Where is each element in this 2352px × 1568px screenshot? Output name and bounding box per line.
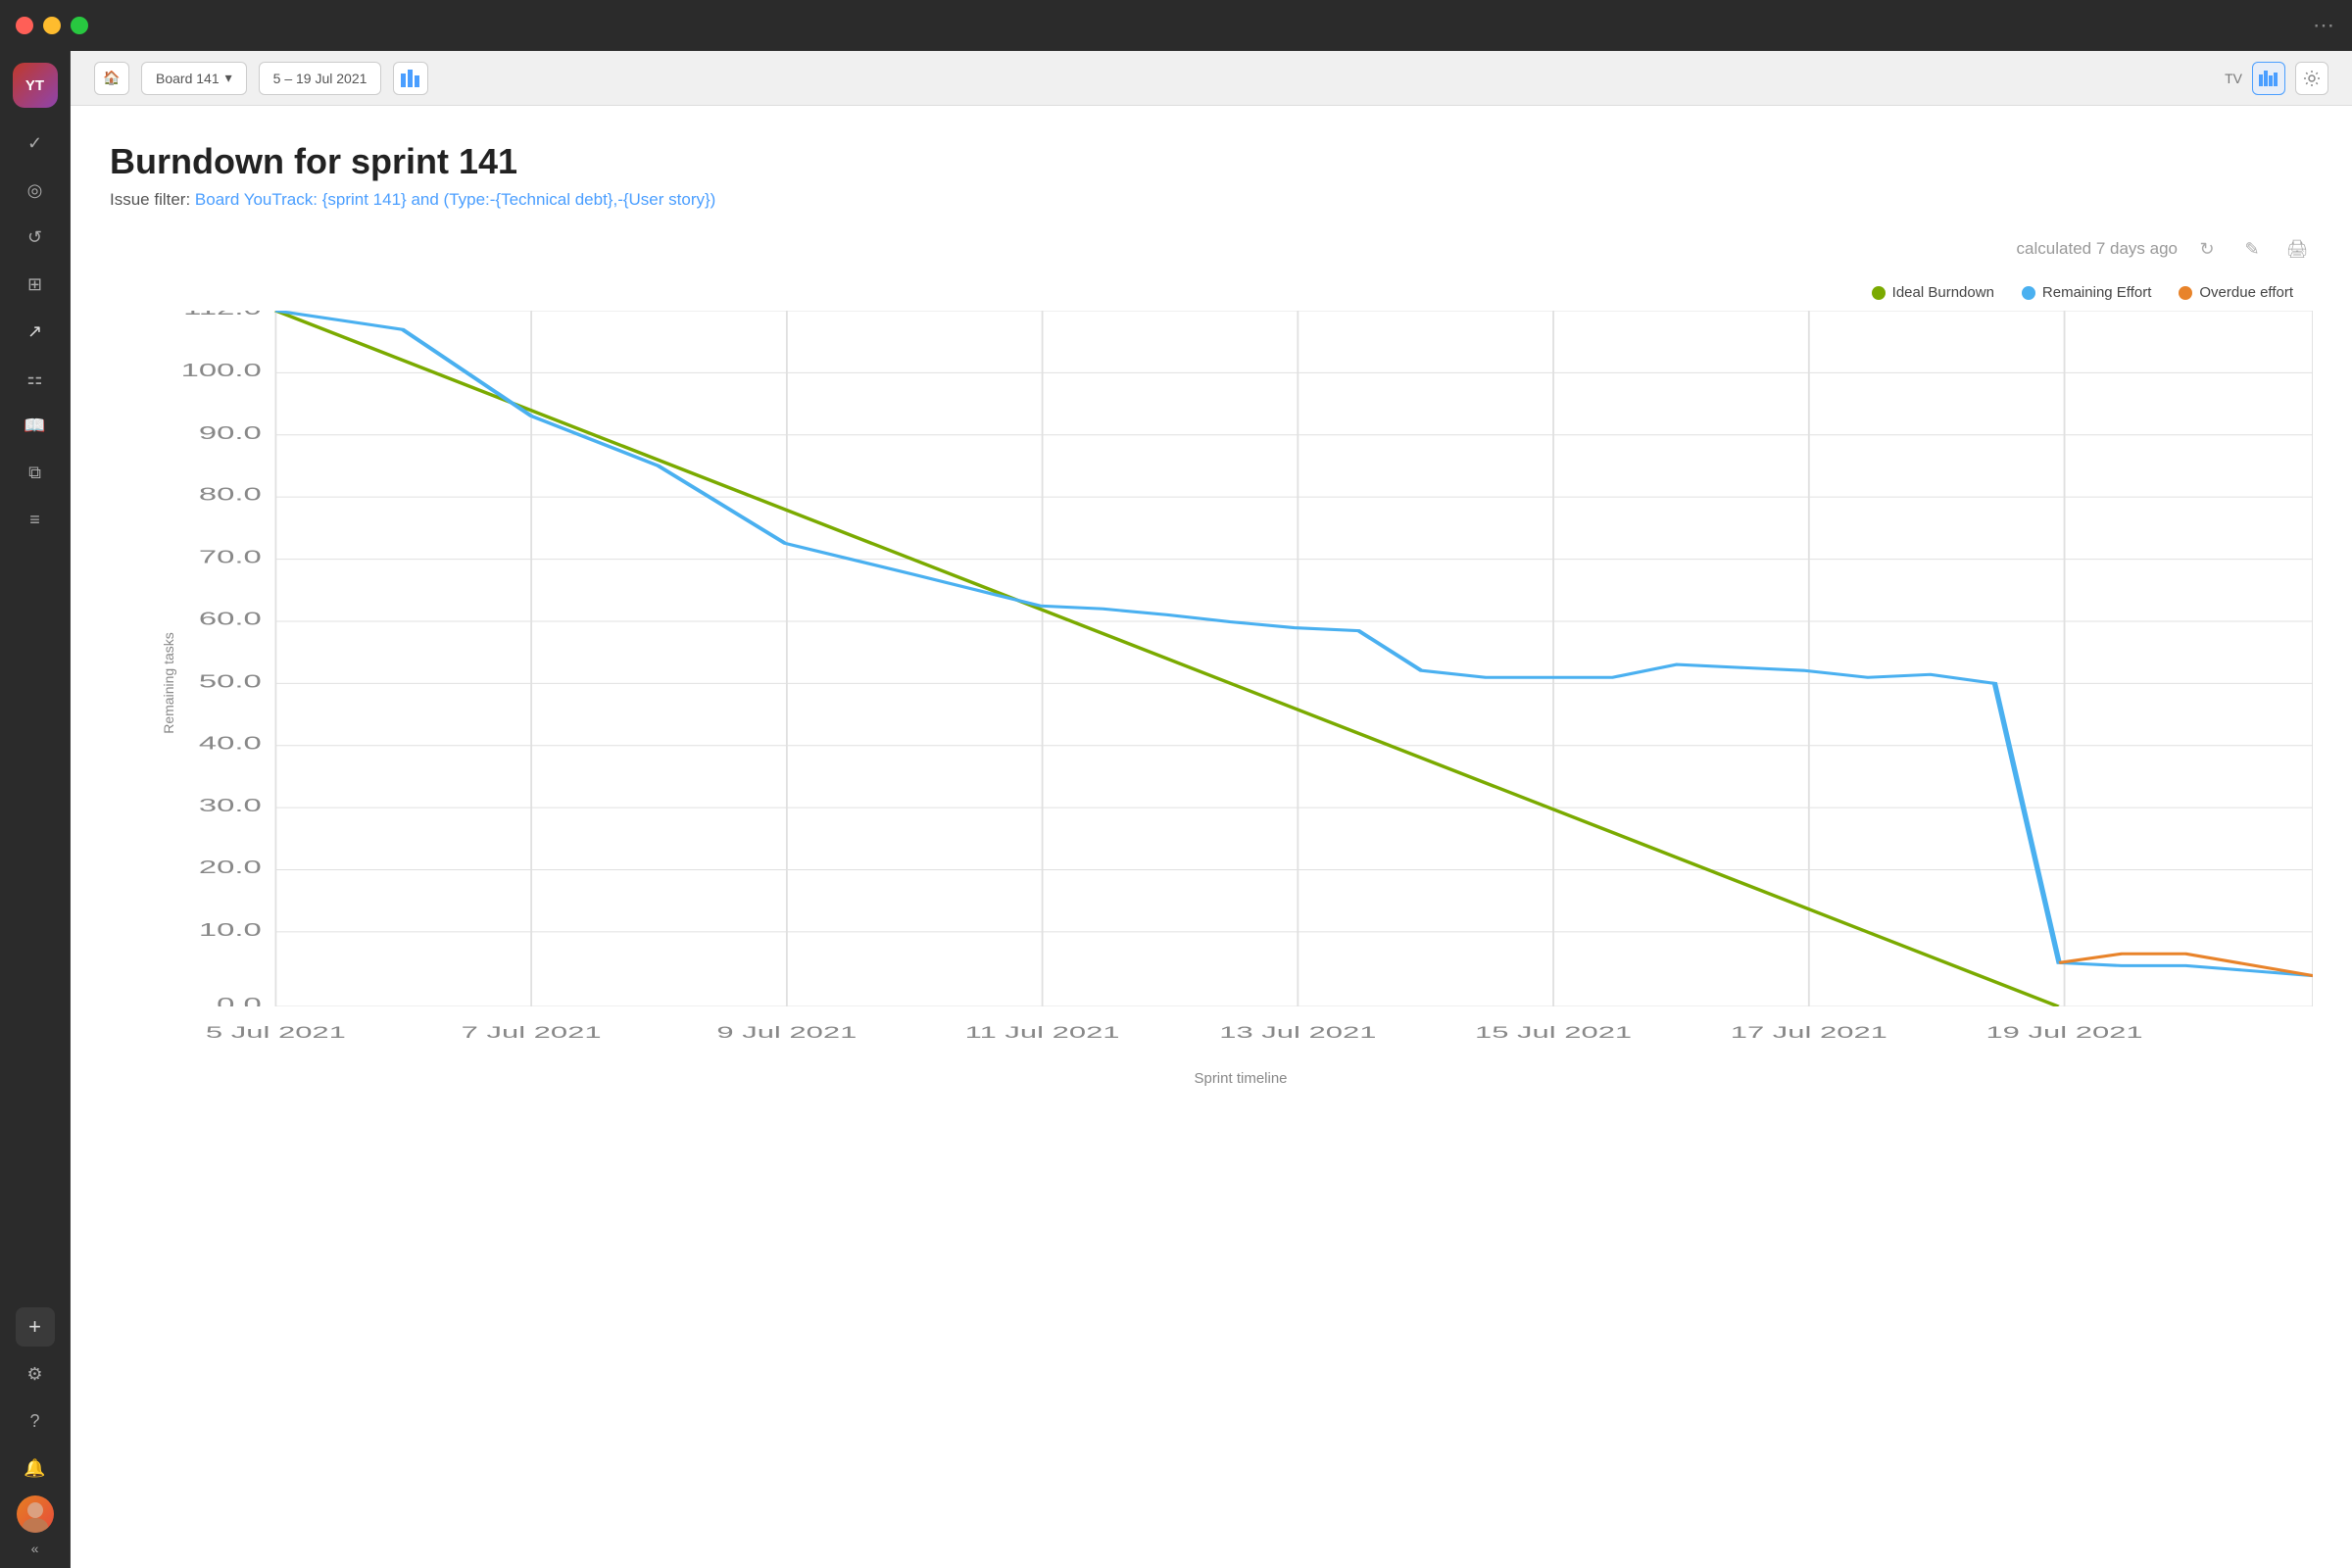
- sidebar-item-grid[interactable]: ⚏: [16, 359, 55, 398]
- remaining-effort-dot: [2022, 286, 2035, 300]
- sidebar-item-history[interactable]: ↺: [16, 218, 55, 257]
- app-layout: YT ✓ ◎ ↺ ⊞ ↗ ⚏ 📖 ⧉ ≡ + ⚙ ? 🔔 « 🏠: [0, 51, 2352, 1568]
- svg-text:0.0: 0.0: [217, 995, 262, 1006]
- sidebar-item-chart[interactable]: ↗: [16, 312, 55, 351]
- svg-text:5 Jul 2021: 5 Jul 2021: [206, 1023, 346, 1042]
- svg-text:7 Jul 2021: 7 Jul 2021: [462, 1023, 602, 1042]
- settings-button[interactable]: [2295, 62, 2328, 95]
- svg-text:90.0: 90.0: [199, 422, 262, 443]
- toolbar-right: TV: [2225, 62, 2328, 95]
- x-axis-ticks: 5 Jul 2021 7 Jul 2021 9 Jul 2021 11 Jul …: [169, 1012, 2313, 1055]
- titlebar: ⋯: [0, 0, 2352, 51]
- help-icon[interactable]: ?: [16, 1401, 55, 1441]
- edit-button[interactable]: ✎: [2236, 233, 2268, 265]
- svg-text:11 Jul 2021: 11 Jul 2021: [965, 1023, 1120, 1042]
- add-button[interactable]: +: [16, 1307, 55, 1347]
- sidebar-item-stack[interactable]: ≡: [16, 500, 55, 539]
- svg-text:9 Jul 2021: 9 Jul 2021: [716, 1023, 857, 1042]
- print-button[interactable]: 🖨: [2281, 233, 2313, 265]
- legend-ideal-burndown: Ideal Burndown: [1872, 284, 1994, 301]
- legend-overdue-effort: Overdue effort: [2179, 284, 2293, 301]
- close-button[interactable]: [16, 17, 33, 34]
- svg-text:20.0: 20.0: [199, 858, 262, 878]
- user-avatar[interactable]: [17, 1495, 54, 1533]
- sidebar-bottom: + ⚙ ? 🔔 «: [16, 1307, 55, 1556]
- svg-text:17 Jul 2021: 17 Jul 2021: [1731, 1023, 1887, 1042]
- calculated-text: calculated 7 days ago: [2017, 239, 2178, 259]
- sidebar-item-inbox[interactable]: ⧉: [16, 453, 55, 492]
- more-options-icon[interactable]: ⋯: [2313, 13, 2336, 38]
- svg-text:40.0: 40.0: [199, 733, 262, 754]
- sidebar-item-book[interactable]: 📖: [16, 406, 55, 445]
- overdue-effort-dot: [2179, 286, 2192, 300]
- home-button[interactable]: 🏠: [94, 62, 129, 95]
- sidebar-item-radar[interactable]: ◎: [16, 171, 55, 210]
- content-area: 🏠 Board 141 ▾ 5 – 19 Jul 2021 TV: [71, 51, 2352, 1568]
- svg-text:19 Jul 2021: 19 Jul 2021: [1985, 1023, 2142, 1042]
- window-controls: [16, 17, 88, 34]
- svg-text:30.0: 30.0: [199, 796, 262, 816]
- issue-filter: Issue filter: Board YouTrack: {sprint 14…: [110, 190, 2313, 210]
- app-logo[interactable]: YT: [13, 63, 58, 108]
- page-content: Burndown for sprint 141 Issue filter: Bo…: [71, 106, 2352, 1568]
- svg-text:112.0: 112.0: [183, 311, 262, 318]
- bar-chart-view-button[interactable]: [2252, 62, 2285, 95]
- maximize-button[interactable]: [71, 17, 88, 34]
- sidebar: YT ✓ ◎ ↺ ⊞ ↗ ⚏ 📖 ⧉ ≡ + ⚙ ? 🔔 «: [0, 51, 71, 1568]
- chart-header: calculated 7 days ago ↻ ✎ 🖨: [110, 233, 2313, 265]
- chart-container: Remaining tasks: [110, 311, 2313, 1055]
- tv-label: TV: [2225, 71, 2242, 86]
- svg-text:80.0: 80.0: [199, 484, 262, 505]
- settings-icon[interactable]: ⚙: [16, 1354, 55, 1394]
- svg-text:10.0: 10.0: [199, 919, 262, 940]
- bell-icon[interactable]: 🔔: [16, 1448, 55, 1488]
- svg-text:13 Jul 2021: 13 Jul 2021: [1219, 1023, 1376, 1042]
- svg-text:70.0: 70.0: [199, 547, 262, 567]
- ideal-burndown-dot: [1872, 286, 1886, 300]
- svg-text:50.0: 50.0: [199, 671, 262, 692]
- sidebar-item-board[interactable]: ⊞: [16, 265, 55, 304]
- collapse-sidebar-button[interactable]: «: [31, 1541, 39, 1556]
- sidebar-item-check[interactable]: ✓: [16, 123, 55, 163]
- refresh-button[interactable]: ↻: [2191, 233, 2223, 265]
- ideal-burndown-line: [275, 311, 2058, 1006]
- chart-type-button[interactable]: [393, 62, 428, 95]
- toolbar: 🏠 Board 141 ▾ 5 – 19 Jul 2021 TV: [71, 51, 2352, 106]
- chart-svg: 112.0 100.0 90.0 80.0 70.0 60.0 50.0 40.…: [169, 311, 2313, 1006]
- date-range[interactable]: 5 – 19 Jul 2021: [259, 62, 382, 95]
- board-selector[interactable]: Board 141 ▾: [141, 62, 247, 95]
- chart-area: calculated 7 days ago ↻ ✎ 🖨 Ideal Burndo…: [110, 233, 2313, 1055]
- svg-text:15 Jul 2021: 15 Jul 2021: [1475, 1023, 1632, 1042]
- issue-filter-link[interactable]: Board YouTrack: {sprint 141} and (Type:-…: [195, 190, 715, 209]
- x-axis-label: Sprint timeline: [169, 1070, 2313, 1087]
- svg-text:60.0: 60.0: [199, 609, 262, 629]
- chart-legend: Ideal Burndown Remaining Effort Overdue …: [110, 284, 2293, 301]
- minimize-button[interactable]: [43, 17, 61, 34]
- svg-text:100.0: 100.0: [181, 360, 262, 380]
- page-title: Burndown for sprint 141: [110, 141, 2313, 182]
- remaining-effort-line: [275, 311, 2313, 976]
- legend-remaining-effort: Remaining Effort: [2022, 284, 2151, 301]
